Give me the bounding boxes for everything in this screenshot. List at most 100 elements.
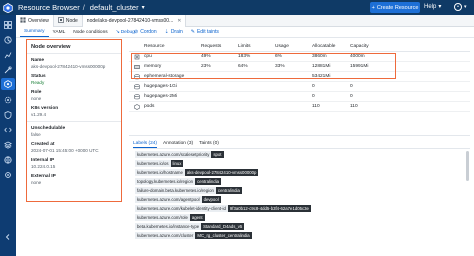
column-header[interactable]: Resource: [144, 44, 201, 49]
edit-taints-button[interactable]: ✎ Edit taints: [191, 29, 219, 35]
tab-node-detail[interactable]: node/aks-devpool-27842410-vmss00... ✕: [81, 14, 187, 27]
collapse-icon[interactable]: [4, 233, 12, 241]
label-value: 9f3a0b12-c9c8-4dd5-b3f4-62a7e1d05c3e: [227, 205, 311, 212]
field-label: Created at: [31, 142, 55, 147]
field-label: Internal IP: [31, 158, 55, 163]
allocatable-value: 110: [312, 104, 320, 109]
pods-icon: [129, 103, 144, 110]
label-chip: kubernetes.io/hostname aks-devpool-278424…: [135, 169, 455, 176]
left-nav-rail: [0, 15, 16, 256]
top-bar: Resource Browser / default_cluster ▾ + C…: [0, 0, 474, 15]
resource-name: hugepages-2Mi: [144, 94, 178, 99]
field-name: Name aks-devpool-27842410-vmss00000p: [27, 58, 121, 69]
label-key: kubernetes.azure.com/scalesetpriority: [135, 151, 212, 158]
user-menu[interactable]: • ▾: [454, 3, 467, 11]
label-value: centralindia: [215, 187, 242, 194]
chart-icon[interactable]: [4, 51, 12, 59]
label-key: kubernetes.io/os: [135, 160, 171, 167]
stack-icon[interactable]: [4, 141, 12, 149]
table-divider: [129, 135, 470, 136]
tab-overview[interactable]: Overview: [16, 14, 54, 27]
cordon-button[interactable]: ⊘ Cordon: [134, 29, 157, 35]
field-role: Role none: [27, 90, 121, 101]
globe-icon[interactable]: [4, 156, 12, 164]
field-value: none: [31, 96, 42, 101]
table-row: pods 110 110: [129, 102, 470, 112]
label-key: kubernetes.azure.com/role: [135, 214, 190, 221]
close-icon[interactable]: ✕: [177, 18, 181, 24]
code-icon[interactable]: [4, 126, 12, 134]
capacity-value: 0: [350, 84, 353, 89]
label-chip: kubernetes.azure.com/role agent: [135, 214, 455, 221]
cordon-label: Cordon: [140, 29, 157, 35]
settings-icon[interactable]: [4, 96, 12, 104]
security-icon[interactable]: [4, 111, 12, 119]
label-key: beta.kubernetes.io/instance-type: [135, 223, 202, 230]
breadcrumb-separator: /: [82, 3, 85, 12]
column-header[interactable]: Limits: [238, 44, 275, 49]
tab-labels[interactable]: Labels (24): [133, 139, 157, 148]
label-value: Standard_D4ads_v5: [201, 223, 245, 230]
grid-icon[interactable]: [4, 21, 12, 29]
column-header[interactable]: Capacity: [350, 44, 390, 49]
resource-name: hugepages-1Gi: [144, 84, 177, 89]
label-key: kubernetes.azure.com/kubelet-identity-cl…: [135, 205, 228, 212]
scrollbar[interactable]: [466, 151, 469, 181]
subtab-node-conditions[interactable]: Node conditions: [69, 27, 111, 37]
create-resource-button[interactable]: + Create Resource: [370, 2, 420, 13]
subtab-yaml[interactable]: YAML: [49, 27, 70, 37]
node-icon: [57, 16, 64, 25]
divider: [27, 121, 121, 122]
build-icon[interactable]: [4, 66, 12, 74]
label-value: devpool: [201, 196, 221, 203]
tab-node[interactable]: Node: [54, 15, 82, 27]
tab-annotations[interactable]: Annotation (3): [163, 139, 193, 148]
terminal-icon: ↘: [115, 29, 120, 35]
label-chip: kubernetes.io/os linux: [135, 160, 455, 167]
label-value: MC_rg_cluster_centralindia: [195, 232, 252, 239]
column-header[interactable]: Allocatable: [312, 44, 350, 49]
allocatable-value: 0: [312, 84, 315, 89]
create-resource-label: Create Resource: [376, 4, 419, 11]
chevron-down-icon: ▾: [438, 4, 442, 10]
cpu-memory-highlight: [131, 53, 396, 79]
apps-icon[interactable]: [4, 36, 12, 44]
disk-icon: [129, 93, 144, 100]
app-logo-icon[interactable]: [0, 0, 16, 15]
chevron-down-icon[interactable]: ▾: [142, 4, 145, 11]
tab-taints[interactable]: Taints (0): [199, 139, 219, 148]
cluster-name[interactable]: default_cluster: [90, 3, 139, 12]
field-status: Status Ready: [27, 74, 121, 85]
grid-icon: [20, 16, 26, 25]
column-header[interactable]: Usage: [275, 44, 312, 49]
label-value: linux: [170, 160, 184, 167]
drain-label: Drain: [170, 29, 183, 35]
resource-tabs: Overview Node node/aks-devpool-27842410-…: [16, 14, 474, 27]
drain-button[interactable]: ⇣ Drain: [165, 29, 183, 35]
field-label: Status: [31, 74, 46, 79]
help-label: Help: [424, 3, 437, 10]
field-external-ip: External IP none: [27, 174, 121, 185]
field-label: Role: [31, 90, 42, 95]
label-key: kubernetes.io/hostname: [135, 169, 185, 176]
labels-divider: [133, 148, 470, 149]
subtab-debug-label: Debug: [120, 29, 135, 35]
field-value: false: [31, 132, 41, 137]
field-label: Unschedulable: [31, 126, 66, 131]
label-key: kubernetes.azure.com/agentpool: [135, 196, 202, 203]
help-menu[interactable]: Help ▾: [424, 3, 442, 11]
field-value: none: [31, 180, 42, 185]
labels-list: kubernetes.azure.com/scalesetpriority spo…: [135, 151, 455, 241]
gear-icon[interactable]: [4, 171, 12, 179]
column-header[interactable]: Requests: [201, 44, 238, 49]
label-key: failure-domain.beta.kubernetes.io/region: [135, 187, 216, 194]
subtab-summary[interactable]: Summary: [20, 27, 49, 37]
status-value: Ready: [31, 80, 45, 85]
tab-node-label: Node: [65, 17, 78, 24]
resource-browser-icon[interactable]: [1, 78, 15, 90]
field-label: K8s version: [31, 106, 59, 111]
label-chip: kubernetes.azure.com/cluster MC_rg_cluste…: [135, 232, 455, 239]
field-value: 10.224.0.15: [31, 164, 56, 169]
label-chip: kubernetes.azure.com/kubelet-identity-cl…: [135, 205, 455, 212]
field-value: v1.29.4: [31, 112, 47, 117]
